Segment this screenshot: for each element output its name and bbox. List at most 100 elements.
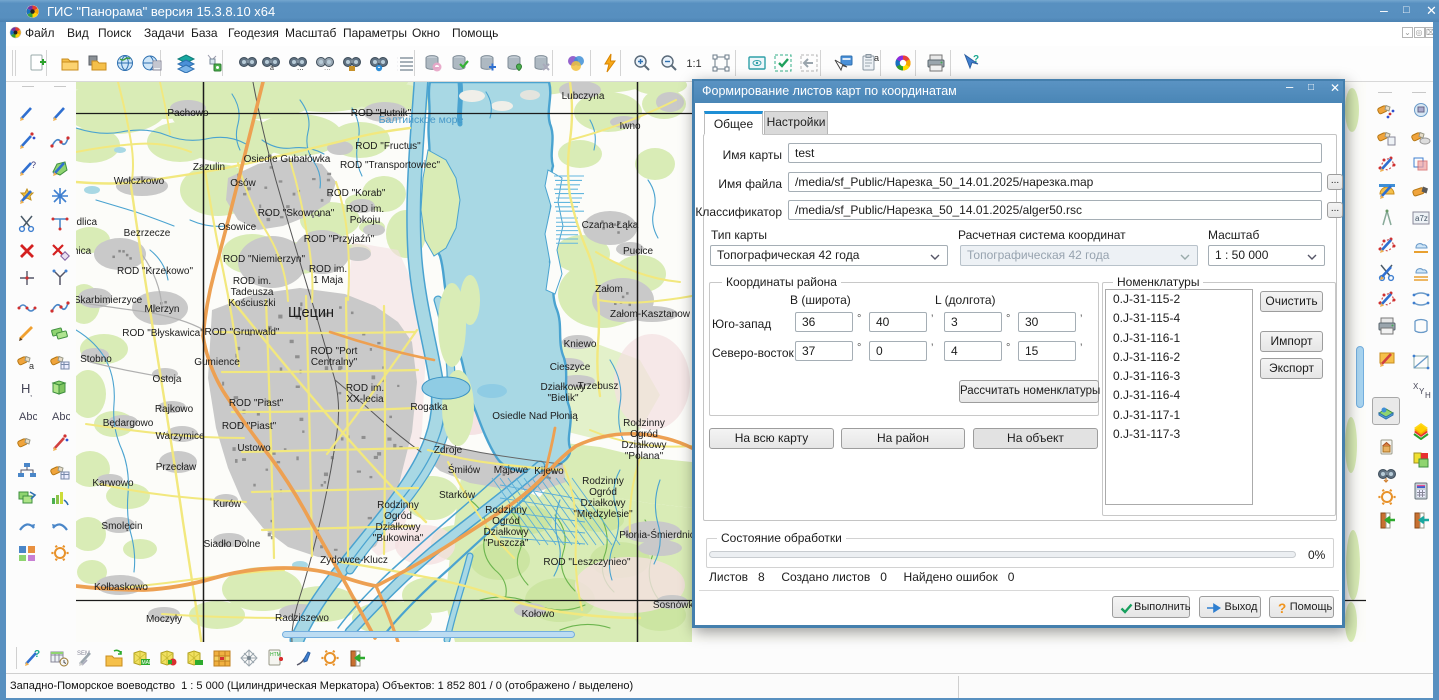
svg-text:Wołczkowo: Wołczkowo — [114, 176, 165, 187]
svg-text:ROD "Grunwald": ROD "Grunwald" — [205, 327, 280, 338]
svg-text:ROD "Przyjaźń": ROD "Przyjaźń" — [304, 234, 375, 245]
svg-text:ROD "Transportowiec": ROD "Transportowiec" — [340, 160, 441, 171]
svg-text:Przecław: Przecław — [156, 462, 197, 473]
svg-text:...: ... — [324, 63, 331, 72]
svg-text:ROD im.: ROD im. — [233, 276, 271, 287]
svg-text:edlica: edlica — [76, 217, 97, 228]
svg-text:Kurów: Kurów — [213, 499, 242, 510]
svg-text:H: H — [21, 381, 30, 396]
svg-text:Pokoju: Pokoju — [350, 215, 381, 226]
svg-text:Centralny": Centralny" — [311, 357, 358, 368]
svg-text:1:1: 1:1 — [686, 58, 701, 70]
svg-text:Kniewo: Kniewo — [564, 339, 597, 350]
svg-text:ROD im.: ROD im. — [309, 264, 347, 275]
svg-text:Abc: Abc — [19, 411, 37, 423]
svg-text:a: a — [874, 53, 879, 63]
svg-text:a: a — [29, 361, 34, 371]
svg-text:ROD "Krzekowo": ROD "Krzekowo" — [117, 266, 193, 277]
svg-text:Cieszyce: Cieszyce — [550, 362, 591, 373]
svg-text:Osowice: Osowice — [218, 222, 257, 233]
svg-text:Ogród: Ogród — [384, 511, 412, 522]
svg-text:Siadło Dolne: Siadło Dolne — [204, 539, 261, 550]
svg-text:...: ... — [297, 63, 304, 72]
svg-text:Lubczyna: Lubczyna — [562, 91, 605, 102]
svg-text:Pucice: Pucice — [623, 246, 653, 257]
svg-text:ROD "Leszczynieo": ROD "Leszczynieo" — [543, 557, 631, 568]
svg-text:Ustowo: Ustowo — [237, 443, 271, 454]
svg-text:Płonia-Śmierdnic: Płonia-Śmierdnic — [619, 528, 695, 541]
svg-text:Rodzinny: Rodzinny — [623, 418, 665, 429]
svg-text:"Polana": "Polana" — [625, 451, 664, 462]
svg-text:Będargowo: Będargowo — [103, 418, 154, 429]
svg-text:?: ? — [31, 160, 36, 170]
svg-text:Załom-Kasztanow: Załom-Kasztanow — [610, 309, 691, 320]
svg-text:ROD "Niemierzyn": ROD "Niemierzyn" — [223, 254, 306, 265]
svg-text:Czarna Łąka: Czarna Łąka — [582, 220, 639, 231]
svg-text:Щецин: Щецин — [288, 305, 334, 321]
svg-text:Rodzinny: Rodzinny — [485, 505, 527, 516]
svg-text:Ostoja: Ostoja — [153, 374, 182, 385]
svg-text:Osów: Osów — [230, 178, 256, 189]
svg-text:ROD "Skowrona": ROD "Skowrona" — [258, 208, 335, 219]
svg-text:ROD im.: ROD im. — [346, 204, 384, 215]
svg-text:Starków: Starków — [439, 490, 476, 501]
svg-text:Ogród: Ogród — [589, 487, 617, 498]
svg-text:"Bukowina": "Bukowina" — [373, 533, 424, 544]
svg-text:H: H — [1425, 391, 1431, 400]
svg-text:hica: hica — [76, 246, 92, 257]
svg-text:?: ? — [973, 54, 979, 65]
svg-text:ROD "Piast": ROD "Piast" — [229, 398, 284, 409]
svg-text:MAP: MAP — [142, 660, 152, 666]
svg-text:Iwno: Iwno — [619, 121, 641, 132]
svg-text:"Puszcza": "Puszcza" — [484, 538, 529, 549]
svg-text:Działkowy: Działkowy — [375, 522, 420, 533]
svg-text:Kościuszki: Kościuszki — [228, 298, 275, 309]
svg-text:Kołowo: Kołowo — [522, 609, 555, 620]
svg-text:"Bielik": "Bielik" — [548, 393, 579, 404]
svg-text:Działkowy: Działkowy — [483, 527, 528, 538]
svg-text:Zdroje: Zdroje — [434, 445, 463, 456]
svg-text:Tadeusza: Tadeusza — [231, 287, 274, 298]
svg-text:Pachowo: Pachowo — [167, 108, 209, 119]
svg-text:?: ? — [34, 649, 40, 660]
svg-text:Kołbaskowo: Kołbaskowo — [94, 582, 148, 593]
svg-text:Rodzinny: Rodzinny — [377, 500, 419, 511]
svg-text:Śmiłów: Śmiłów — [448, 463, 481, 476]
svg-text:1 Maja: 1 Maja — [313, 275, 343, 286]
svg-text:"Międzylesie": "Międzylesie" — [573, 509, 633, 520]
svg-text:Skarbimierzyce: Skarbimierzyce — [76, 295, 143, 306]
svg-text:Bezrzecze: Bezrzecze — [124, 228, 171, 239]
svg-text:ROD "Fructus": ROD "Fructus" — [355, 141, 421, 152]
svg-text:Zydowce-Klucz: Zydowce-Klucz — [320, 555, 388, 566]
svg-text:a7z: a7z — [1415, 214, 1428, 223]
svg-text:Rajkowo: Rajkowo — [155, 404, 194, 415]
svg-text:Osiedle Gubałówka: Osiedle Gubałówka — [244, 154, 331, 165]
svg-text:Warzymice: Warzymice — [155, 431, 205, 442]
svg-text:ROD "Port: ROD "Port — [311, 346, 358, 357]
svg-text:Radziszewo: Radziszewo — [275, 613, 329, 624]
svg-text:,: , — [30, 389, 32, 398]
svg-text:XX-lecia: XX-lecia — [346, 394, 384, 405]
svg-text:Rogatka: Rogatka — [410, 402, 448, 413]
svg-text:Rodzinny: Rodzinny — [582, 476, 624, 487]
svg-text:HTM: HTM — [270, 652, 281, 658]
svg-text:Moczyły: Moczyły — [146, 614, 182, 625]
svg-text:Majowe: Majowe — [494, 465, 529, 476]
svg-text:Działkowy: Działkowy — [580, 498, 625, 509]
svg-text:a: a — [270, 65, 274, 72]
svg-text:ROD im.: ROD im. — [346, 383, 384, 394]
svg-text:ROD "Błyskawica": ROD "Błyskawica" — [122, 328, 204, 339]
svg-text:Załom: Załom — [595, 284, 623, 295]
svg-text:Osiedle Nad Płonią: Osiedle Nad Płonią — [492, 411, 578, 422]
svg-text:Mierzyn: Mierzyn — [144, 304, 179, 315]
svg-text:Zazulin: Zazulin — [193, 162, 225, 173]
svg-text:Gumience: Gumience — [194, 357, 240, 368]
svg-text:Kijewo: Kijewo — [534, 466, 564, 477]
svg-text:Ogród: Ogród — [492, 516, 520, 527]
svg-text:Działkowy: Działkowy — [540, 382, 585, 393]
svg-text:Smolęcin: Smolęcin — [101, 521, 142, 532]
svg-text:Stobno: Stobno — [80, 354, 112, 365]
svg-text:Балтийское море: Балтийское море — [379, 114, 464, 126]
svg-text:ROD "Piast": ROD "Piast" — [222, 421, 277, 432]
svg-text:Działkowy: Działkowy — [621, 440, 666, 451]
